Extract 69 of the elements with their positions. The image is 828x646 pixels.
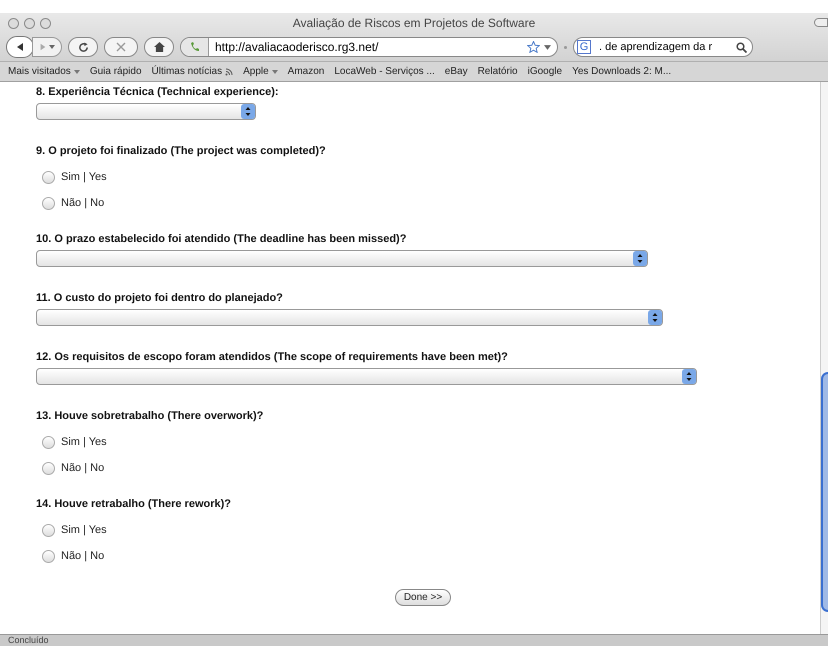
question-label: 13. Houve sobretrabalho (There overwork)? — [36, 409, 264, 423]
question-label: 14. Houve retrabalho (There rework)? — [36, 497, 232, 511]
option-label: Não | No — [61, 460, 104, 476]
caret-icon — [74, 70, 80, 74]
radio-button[interactable] — [42, 436, 55, 448]
toolbar-toggle-button[interactable] — [814, 18, 828, 27]
site-identity-button[interactable] — [181, 38, 209, 56]
dropdown-arrows-icon — [648, 310, 662, 325]
bookmark-link[interactable]: Relatório — [478, 66, 518, 78]
question-label: 8. Experiência Técnica (Technical experience): — [36, 85, 280, 99]
option-label: Sim | Yes — [61, 434, 107, 450]
window-title: Avaliação de Riscos em Projetos de Software — [292, 15, 536, 32]
radio-button[interactable] — [42, 196, 55, 210]
close-window-button[interactable] — [8, 18, 19, 29]
status-bar: Concluído — [0, 634, 828, 646]
address-bar[interactable]: http://avaliacaoderisco.rg3.net/ — [180, 37, 558, 57]
question-label: 12. Os requisitos de escopo foram atendidos (The scope of requirements have been met)? — [36, 350, 509, 364]
forward-arrow-icon — [39, 43, 47, 51]
done-button[interactable]: Done >> — [394, 589, 452, 606]
search-engine-icon[interactable]: G — [577, 40, 591, 54]
bookmark-link[interactable]: eBay — [444, 66, 468, 78]
url-text: http://avaliacaoderisco.rg3.net/ — [215, 39, 380, 56]
scrollbar[interactable] — [820, 82, 828, 634]
home-icon — [154, 42, 164, 52]
bookmark-link[interactable]: Últimas notícias — [152, 66, 234, 78]
bookmark-link[interactable]: Mais visitados — [8, 66, 80, 78]
option-label: Não | No — [61, 548, 104, 564]
dropdown[interactable] — [36, 103, 256, 120]
caret-icon — [272, 70, 278, 74]
radio-button[interactable] — [42, 524, 55, 536]
home-button[interactable] — [144, 37, 174, 57]
reload-button[interactable] — [68, 37, 98, 57]
bookmark-link[interactable]: Apple — [243, 66, 278, 78]
bookmark-link[interactable]: Yes Downloads 2: M... — [572, 66, 672, 78]
search-icon[interactable] — [736, 42, 747, 52]
feed-icon — [225, 68, 234, 76]
caret-icon[interactable] — [544, 44, 551, 50]
minimize-window-button[interactable] — [24, 18, 35, 29]
option-label: Não | No — [61, 196, 104, 211]
reload-icon — [78, 42, 88, 52]
back-arrow-icon — [15, 42, 25, 52]
dropdown-arrows-icon — [633, 251, 647, 266]
caret-icon — [49, 45, 55, 49]
radio-button[interactable] — [42, 550, 55, 562]
radio-button[interactable] — [42, 170, 55, 184]
question-label: 10. O prazo estabelecido foi atendido (The deadline has been missed)? — [36, 232, 408, 246]
bookmark-link[interactable]: Amazon — [288, 66, 324, 78]
back-button[interactable] — [6, 36, 34, 58]
search-text: . de aprendizagem da r — [599, 40, 714, 55]
search-field[interactable]: G . de aprendizagem da r — [573, 37, 753, 57]
bookmark-link[interactable]: LocaWeb - Serviços ... — [334, 66, 435, 78]
star-icon[interactable] — [527, 41, 540, 53]
option-label: Sim | Yes — [61, 170, 107, 185]
bookmark-link[interactable]: iGoogle — [528, 66, 562, 78]
zoom-window-button[interactable] — [40, 18, 51, 29]
bookmark-link[interactable]: Guia rápido — [90, 66, 142, 78]
close-icon — [116, 42, 126, 52]
question-label: 9. O projeto foi finalizado (The project was completed)? — [36, 144, 327, 158]
stop-button[interactable] — [104, 37, 138, 57]
option-label: Sim | Yes — [61, 522, 107, 538]
dropdown[interactable] — [36, 250, 648, 267]
question-label: 11. O custo do projeto foi dentro do planejado? — [36, 291, 284, 305]
dropdown-arrows-icon — [682, 369, 696, 384]
phone-icon — [188, 41, 200, 53]
dropdown[interactable] — [36, 309, 663, 326]
dropdown[interactable] — [36, 368, 697, 385]
dropdown-arrows-icon — [241, 104, 255, 119]
radio-button[interactable] — [42, 462, 55, 474]
scrollbar-thumb[interactable] — [821, 372, 828, 612]
